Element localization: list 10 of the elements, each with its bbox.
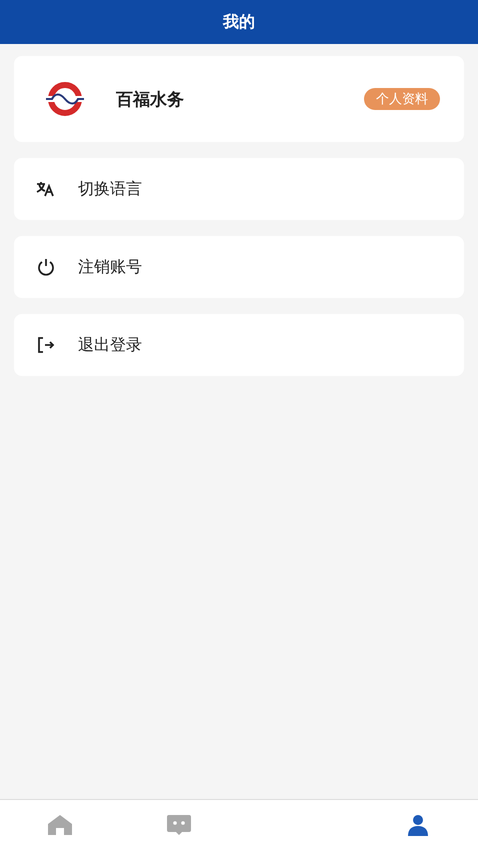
header-title: 我的 <box>0 0 478 44</box>
menu-item[interactable]: 退出登录 <box>14 314 464 376</box>
logout-icon <box>37 336 55 354</box>
home-icon <box>46 814 73 836</box>
translate-icon <box>36 181 56 197</box>
power-icon <box>37 258 55 276</box>
menu-item[interactable]: 注销账号 <box>14 236 464 298</box>
chat-icon <box>166 814 192 836</box>
company-name: 百福水务 <box>116 88 185 110</box>
menu-item[interactable]: 切换语言 <box>14 158 464 220</box>
